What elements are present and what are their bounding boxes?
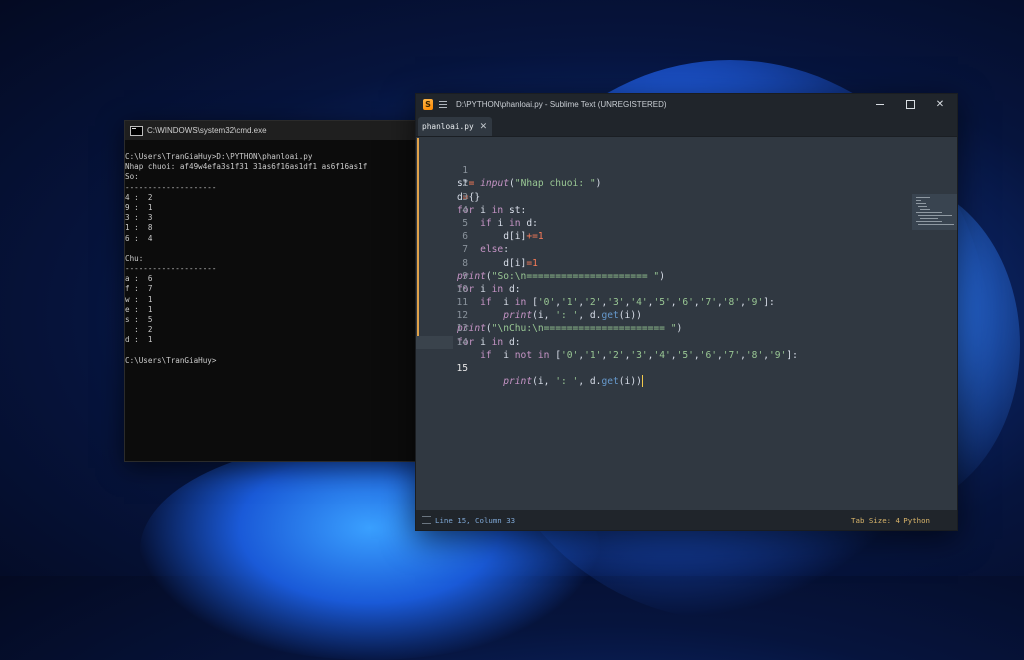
console-icon (130, 125, 143, 136)
close-button[interactable]: ✕ (925, 94, 955, 114)
code-line: 11 print(i, ': ', d.get(i)) (416, 283, 957, 321)
console-line: f : 7 (125, 284, 153, 294)
code-line: 10 if i in ['0','1','2','3','4','5','6',… (416, 270, 957, 308)
tab-size[interactable]: Tab Size: 4 (851, 516, 900, 525)
cmd-window[interactable]: C:\WINDOWS\system32\cmd.exe C:\Users\Tra… (124, 120, 426, 462)
sublime-titlebar[interactable]: S D:\PYTHON\phanloai.py - Sublime Text (… (416, 94, 957, 114)
console-line: 3 : 3 (125, 213, 153, 223)
console-line: s : 5 (125, 315, 153, 324)
tab-label: phanloai.py (422, 122, 474, 131)
tab-bar: phanloai.py ✕ (416, 114, 957, 137)
sublime-window[interactable]: S D:\PYTHON\phanloai.py - Sublime Text (… (415, 93, 958, 531)
code-line: 9 for i in d: (416, 257, 957, 295)
console-line: d : 1 (125, 335, 153, 345)
code-line: 3 for i in st: (416, 177, 957, 216)
cmd-title: C:\WINDOWS\system32\cmd.exe (147, 126, 267, 135)
console-output[interactable]: C:\Users\TranGiaHuy>D:\PYTHON\phanloai.p… (125, 140, 425, 366)
code-area[interactable]: 1 st= input("Nhap chuoi: ") 2 d={} 3 for… (416, 151, 957, 388)
console-prompt[interactable]: C:\Users\TranGiaHuy> (125, 356, 425, 366)
maximize-button[interactable] (895, 94, 925, 114)
code-line: 14 if i not in ['0','1','2','3','4','5',… (416, 322, 957, 361)
console-line: e : 1 (125, 304, 153, 314)
console-line: -------------------- (125, 182, 217, 192)
syntax-selector[interactable]: Python (903, 516, 930, 525)
sublime-logo-icon[interactable]: S (423, 98, 433, 110)
console-line: 4 : 2 (125, 192, 153, 202)
status-bar: Line 15, Column 33 Tab Size: 4 Python (416, 510, 957, 530)
code-line: 4 if i in d: (416, 191, 957, 229)
console-line: C:\Users\TranGiaHuy>D:\PYTHON\phanloai.p… (125, 152, 313, 161)
code-line: 8 print("So:\n===================== ") (416, 243, 957, 282)
hamburger-menu-icon[interactable] (439, 100, 447, 108)
console-line: 6 : 4 (125, 233, 153, 243)
console-line: 9 : 1 (125, 202, 153, 212)
minimize-button[interactable] (865, 94, 895, 114)
code-line: 12 print("\nChu:\n===================== … (416, 296, 957, 334)
line-number: 15 (456, 363, 468, 375)
cursor-position[interactable]: Line 15, Column 33 (435, 516, 515, 525)
active-line-highlight (416, 335, 453, 349)
tab-close-icon[interactable]: ✕ (480, 122, 488, 132)
console-line: 1 : 8 (125, 223, 153, 233)
code-line: 7 d[i]=1 (416, 230, 957, 268)
text-cursor (641, 375, 643, 388)
tab-phanloai[interactable]: phanloai.py ✕ (418, 117, 492, 136)
code-line-active: 15 print(i, ': ', d.get(i)) (416, 335, 957, 388)
console-line: Chu: (125, 253, 144, 263)
code-line: 6 else: (416, 217, 957, 255)
close-icon: ✕ (935, 98, 945, 110)
minimize-icon (876, 103, 884, 105)
console-line: -------------------- (125, 264, 217, 274)
console-line: Nhap chuoi: af49w4efa3s1f31 31as6f16as1d… (125, 162, 368, 172)
minimap[interactable] (912, 194, 957, 230)
console-line: w : 1 (125, 294, 153, 304)
code-editor[interactable]: 1 st= input("Nhap chuoi: ") 2 d={} 3 for… (416, 138, 957, 510)
console-line: : 2 (125, 325, 153, 335)
panel-toggle-icon[interactable] (422, 516, 431, 524)
code-line: 1 st= input("Nhap chuoi: ") (416, 151, 957, 189)
console-line: So: (125, 172, 139, 182)
maximize-icon (905, 99, 915, 109)
code-line: 2 d={} (416, 164, 957, 202)
cmd-titlebar[interactable]: C:\WINDOWS\system32\cmd.exe (125, 121, 425, 140)
sublime-title: D:\PYTHON\phanloai.py - Sublime Text (UN… (456, 99, 667, 109)
console-line: a : 6 (125, 274, 153, 284)
code-line: 13 for i in d: (416, 309, 957, 347)
code-line: 5 d[i]+=1 (416, 204, 957, 242)
